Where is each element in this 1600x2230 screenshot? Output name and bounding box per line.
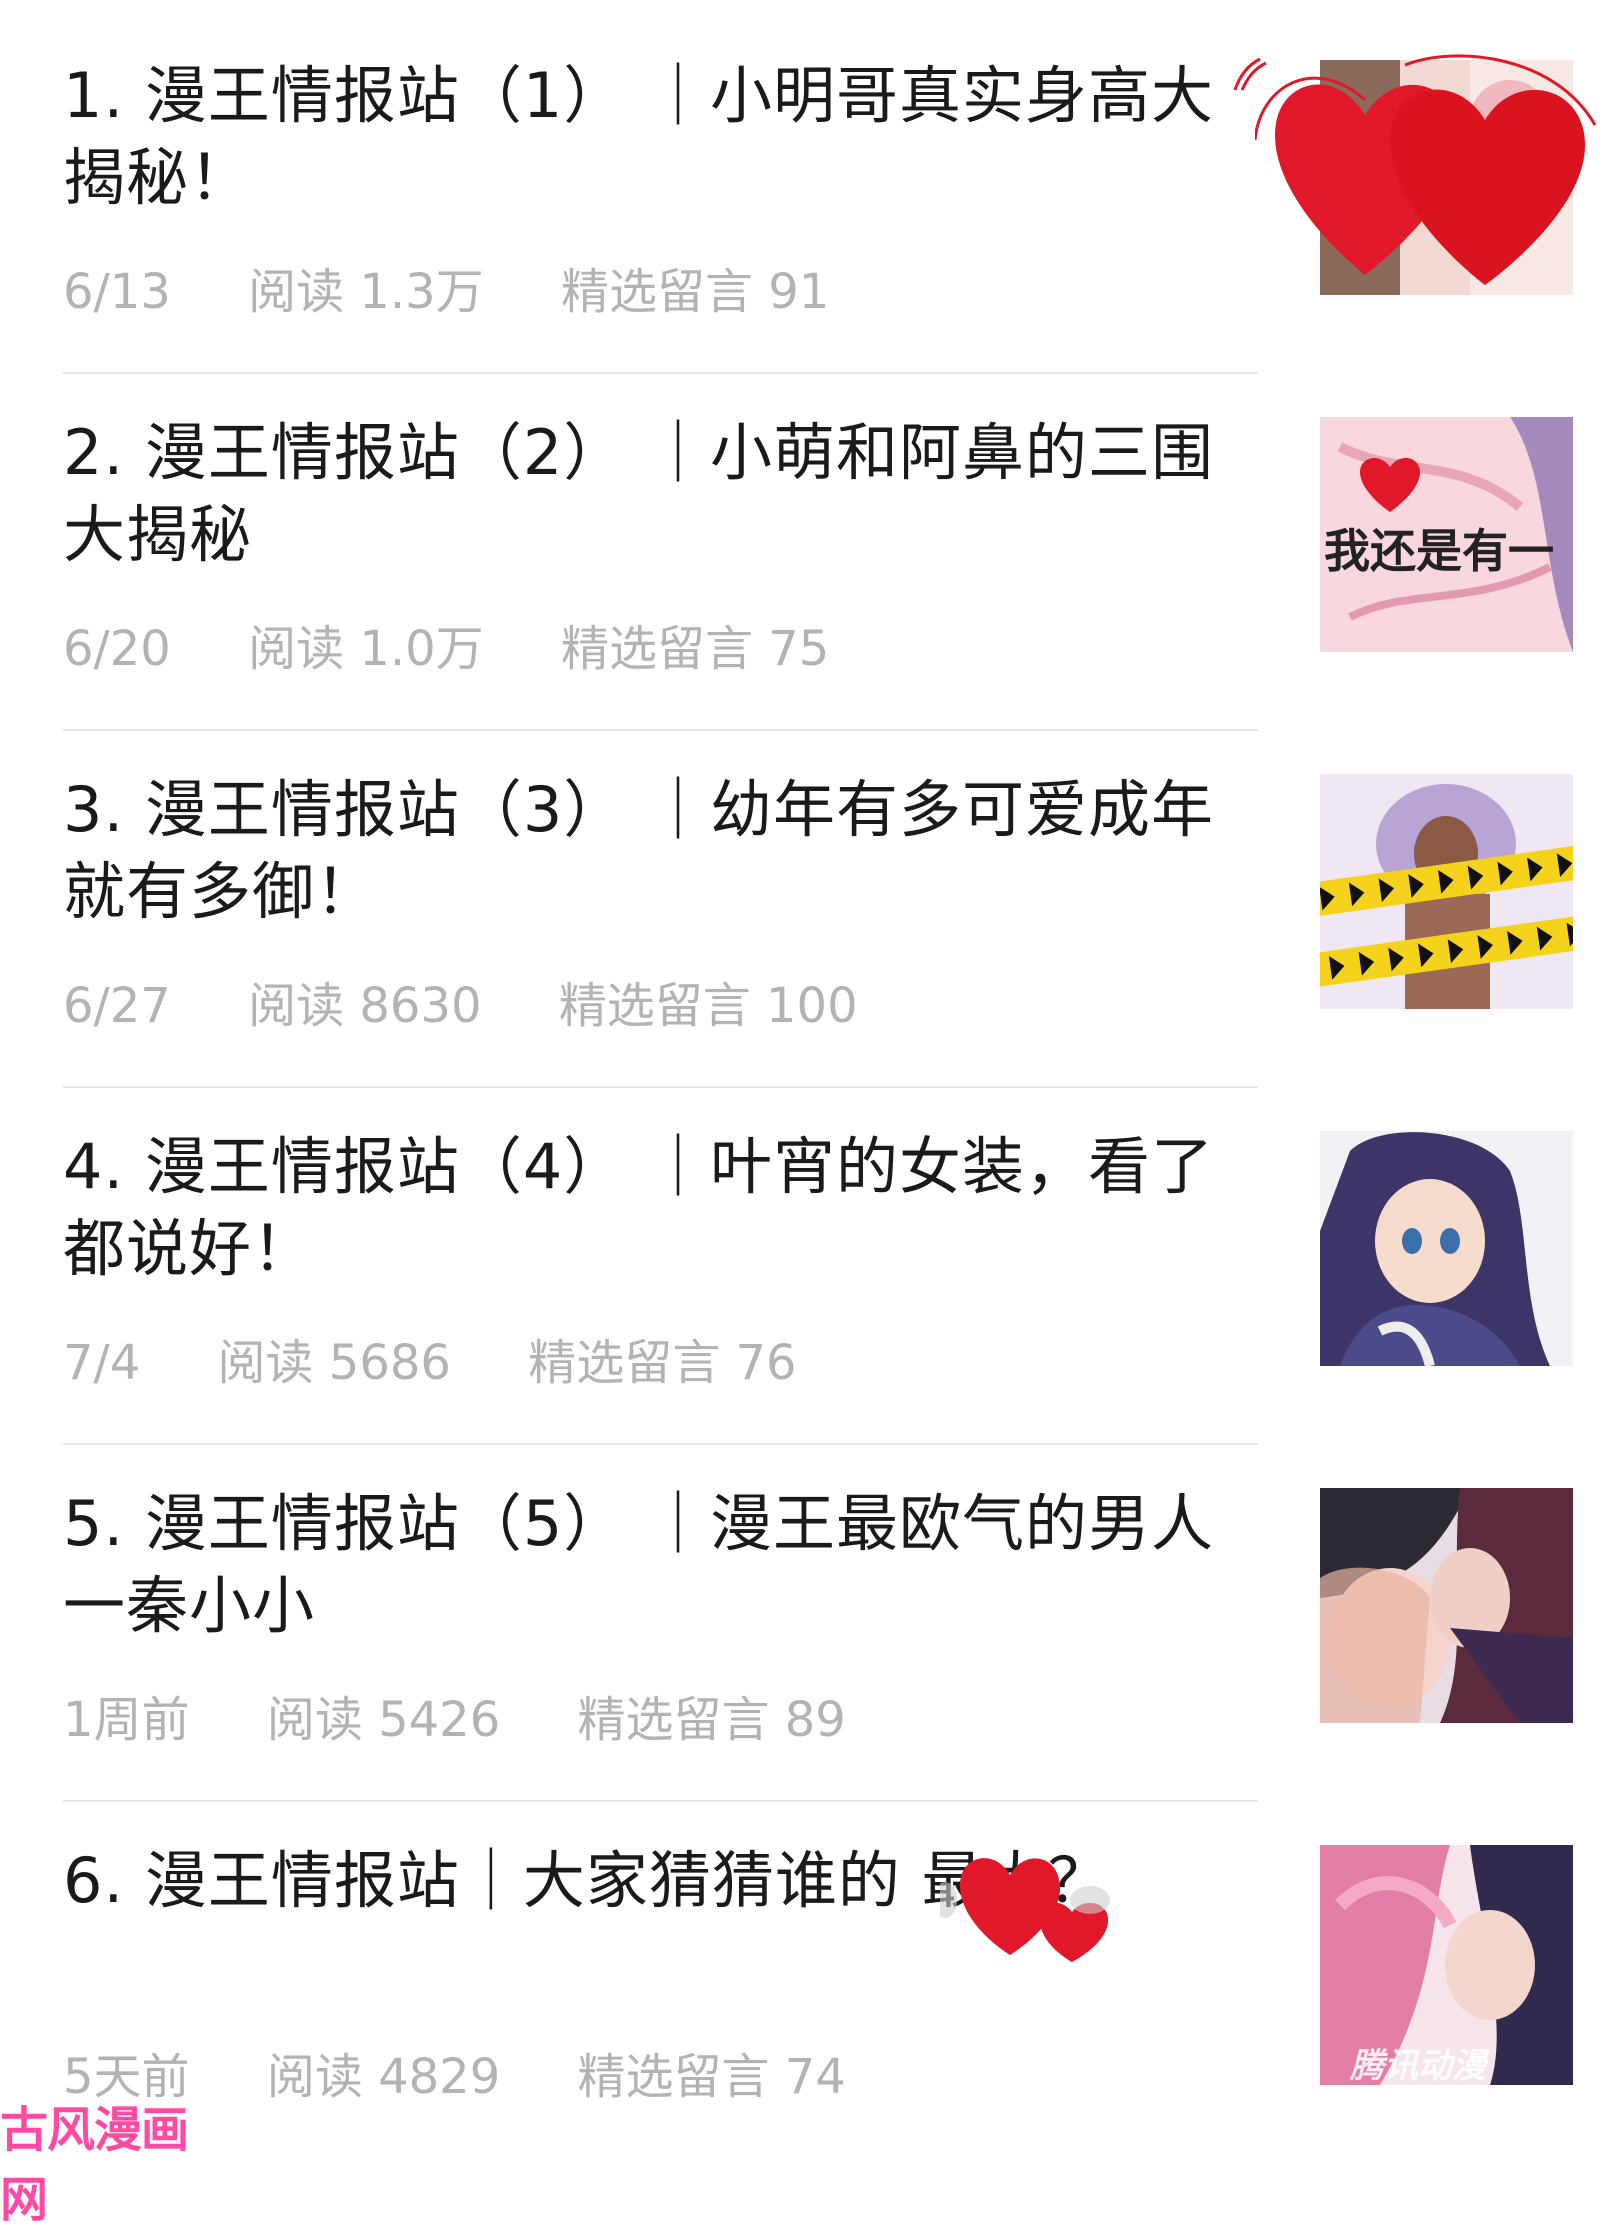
article-thumbnail[interactable]: 我还是有一: [1320, 417, 1573, 652]
publish-date: 6/13: [63, 264, 171, 320]
article-meta: 6/20 阅读 1.0万 精选留言 75: [63, 619, 891, 679]
list-item[interactable]: 2. 漫王情报站（2） ｜小萌和阿鼻的三围大揭秘 6/20 阅读 1.0万 精选…: [0, 357, 1600, 714]
comment-count: 精选留言 75: [560, 621, 830, 677]
list-item[interactable]: 6. 漫王情报站｜大家猜猜谁的 最大？ 5天前 阅读 4829 精选留言 74 …: [0, 1785, 1600, 2142]
article-title[interactable]: 4. 漫王情报站（4） ｜叶宵的女装，看了都说好！: [63, 1126, 1253, 1290]
divider: [63, 1086, 1258, 1088]
comment-count: 精选留言 91: [560, 264, 830, 320]
comment-count: 精选留言 100: [558, 978, 858, 1034]
manga-panel-thumbnail-icon: 我还是有一: [1320, 417, 1573, 652]
read-count: 阅读 5426: [266, 1692, 501, 1748]
read-count: 阅读 4829: [266, 2049, 501, 2105]
divider: [63, 372, 1258, 374]
comment-count: 精选留言 89: [577, 1692, 846, 1748]
article-title[interactable]: 1. 漫王情报站（1） ｜小明哥真实身高大揭秘！: [63, 55, 1253, 219]
divider: [63, 729, 1258, 731]
site-watermark: 古风漫画网: [0, 2102, 189, 2228]
publish-date: 6/27: [63, 978, 171, 1034]
article-meta: 6/27 阅读 8630 精选留言 100: [63, 976, 920, 1036]
article-title[interactable]: 6. 漫王情报站｜大家猜猜谁的 最大？: [63, 1840, 1253, 1922]
comment-count: 精选留言 74: [577, 2049, 846, 2105]
publish-date: 1周前: [63, 1692, 190, 1748]
article-title[interactable]: 2. 漫王情报站（2） ｜小萌和阿鼻的三围大揭秘: [63, 412, 1253, 576]
anime-girl-thumbnail-icon: [1320, 1131, 1573, 1366]
publish-date: 6/20: [63, 621, 171, 677]
comment-count: 精选留言 76: [528, 1335, 797, 1391]
list-item[interactable]: 5. 漫王情报站（5） ｜漫王最欧气的男人一秦小小 1周前 阅读 5426 精选…: [0, 1428, 1600, 1785]
article-meta: 1周前 阅读 5426 精选留言 89: [63, 1690, 908, 1750]
article-thumbnail[interactable]: [1320, 774, 1573, 1009]
article-meta: 7/4 阅读 5686 精选留言 76: [63, 1333, 859, 1393]
article-title[interactable]: 3. 漫王情报站（3） ｜幼年有多可爱成年就有多御！: [63, 769, 1253, 933]
divider: [63, 1800, 1258, 1802]
couple-thumbnail-icon: [1320, 1488, 1573, 1723]
article-title[interactable]: 5. 漫王情报站（5） ｜漫王最欧气的男人一秦小小: [63, 1483, 1253, 1647]
panel-caption: 我还是有一: [1324, 524, 1554, 578]
thumbnail-watermark: 腾讯动漫: [1349, 2046, 1490, 2085]
publish-date: 7/4: [63, 1335, 141, 1391]
read-count: 阅读 8630: [248, 978, 482, 1034]
article-thumbnail[interactable]: [1320, 60, 1573, 295]
pink-hair-thumbnail-icon: 腾讯动漫: [1320, 1845, 1573, 2085]
article-thumbnail[interactable]: 腾讯动漫: [1320, 1845, 1573, 2085]
read-count: 阅读 1.0万: [248, 621, 484, 677]
divider: [63, 1443, 1258, 1445]
caution-tape-thumbnail-icon: [1320, 774, 1573, 1009]
list-item[interactable]: 1. 漫王情报站（1） ｜小明哥真实身高大揭秘！ 6/13 阅读 1.3万 精选…: [0, 0, 1600, 357]
list-item[interactable]: 4. 漫王情报站（4） ｜叶宵的女装，看了都说好！ 7/4 阅读 5686 精选…: [0, 1071, 1600, 1428]
hearts-covered-thumbnail-icon: [1320, 60, 1573, 295]
article-thumbnail[interactable]: [1320, 1131, 1573, 1366]
read-count: 阅读 1.3万: [248, 264, 484, 320]
list-item[interactable]: 3. 漫王情报站（3） ｜幼年有多可爱成年就有多御！ 6/27 阅读 8630 …: [0, 714, 1600, 1071]
article-thumbnail[interactable]: [1320, 1488, 1573, 1723]
article-meta: 6/13 阅读 1.3万 精选留言 91: [63, 262, 891, 322]
read-count: 阅读 5686: [217, 1335, 451, 1391]
